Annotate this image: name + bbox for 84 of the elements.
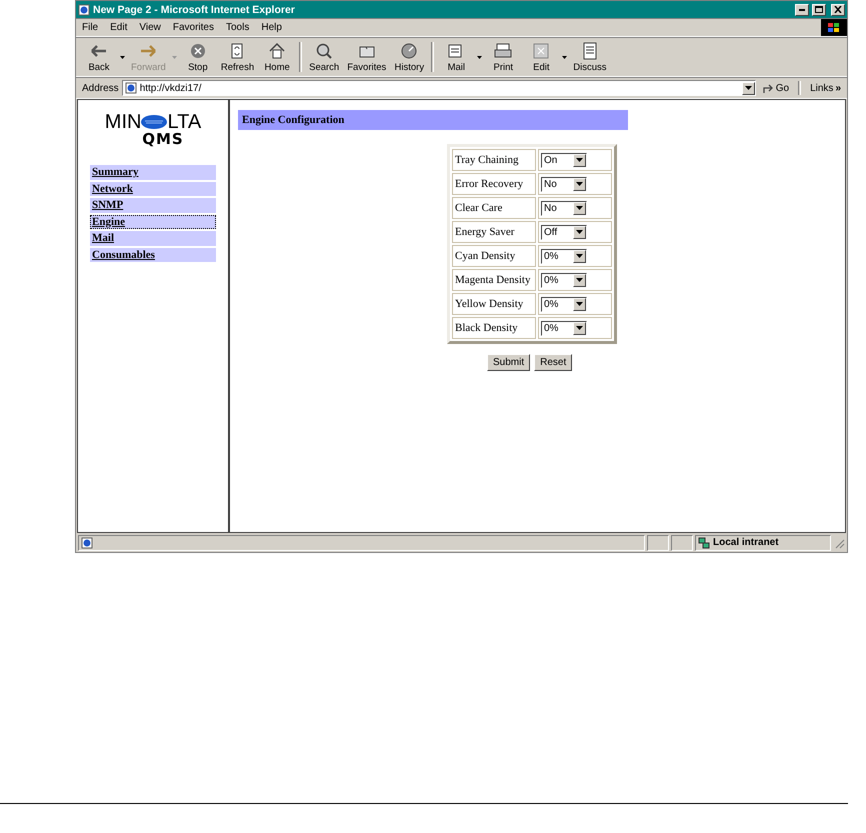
menu-item[interactable]: File: [76, 20, 104, 35]
toolbar-button[interactable]: Print: [484, 39, 522, 75]
maximize-icon: [815, 6, 823, 13]
nav-link[interactable]: Network: [90, 182, 216, 196]
menu-item[interactable]: Favorites: [166, 20, 220, 35]
address-label: Address: [81, 82, 120, 94]
dropdown-caret-icon[interactable]: [120, 56, 125, 58]
toolbar-button[interactable]: Back: [80, 39, 118, 75]
window-title: New Page 2 - Microsoft Internet Explorer: [93, 4, 296, 16]
form-button[interactable]: Reset: [534, 354, 572, 371]
menu-item[interactable]: View: [133, 20, 167, 35]
setting-select[interactable]: On: [541, 152, 587, 168]
caret-icon: [576, 182, 583, 186]
setting-select[interactable]: 0%: [541, 296, 587, 312]
minimize-icon: [799, 8, 805, 10]
zone-pane: Local intranet: [695, 534, 831, 550]
edit-icon: [531, 41, 552, 61]
setting-select[interactable]: No: [541, 176, 587, 192]
home-icon: [267, 41, 288, 61]
toolbar-button[interactable]: Mail: [437, 39, 476, 75]
clock-icon: [399, 41, 420, 61]
toolbar-button[interactable]: Discuss: [569, 39, 611, 75]
minimize-button[interactable]: [795, 4, 809, 16]
windows-logo-icon: [821, 19, 847, 36]
caret-icon: [576, 302, 583, 306]
dropdown-caret-icon[interactable]: [477, 56, 482, 58]
setting-label: Clear Care: [452, 197, 536, 219]
setting-select[interactable]: 0%: [541, 320, 587, 336]
form-button[interactable]: Submit: [487, 354, 530, 371]
close-icon: [834, 6, 842, 13]
maximize-button[interactable]: [812, 4, 826, 16]
menu-item[interactable]: Edit: [104, 20, 134, 35]
section-heading: Engine Configuration: [238, 110, 628, 130]
toolbar-button[interactable]: Search: [305, 39, 344, 75]
nav-link[interactable]: Consumables: [90, 248, 216, 262]
setting-label: Tray Chaining: [452, 149, 536, 171]
caret-icon: [576, 230, 583, 234]
search-icon: [314, 41, 334, 61]
nav-link[interactable]: Summary: [90, 165, 216, 180]
page-icon: [78, 4, 90, 16]
caret-icon: [744, 86, 752, 90]
close-button[interactable]: [831, 4, 845, 16]
dropdown-button[interactable]: [742, 82, 755, 94]
menu-item[interactable]: Help: [255, 20, 288, 35]
logo-text: MIN: [104, 112, 142, 132]
logo-text: QMS: [142, 132, 184, 147]
page-icon: [124, 82, 137, 94]
caret-icon: [576, 158, 583, 162]
toolbar-button[interactable]: History: [390, 39, 428, 75]
address-field[interactable]: http://vkdzi17/: [122, 80, 756, 96]
toolbar-button[interactable]: Edit: [522, 39, 560, 75]
go-button[interactable]: Go: [756, 82, 796, 94]
setting-label: Error Recovery: [452, 173, 536, 195]
status-pane: [647, 534, 669, 550]
setting-label: Yellow Density: [452, 293, 536, 315]
resize-grip-icon: [833, 536, 845, 548]
network-icon: [698, 536, 710, 548]
caret-icon: [576, 278, 583, 282]
setting-label: Black Density: [452, 317, 536, 339]
dropdown-caret-icon[interactable]: [562, 56, 568, 58]
setting-label: Magenta Density: [452, 269, 536, 291]
toolbar-button[interactable]: Home: [258, 39, 296, 75]
toolbar-button[interactable]: Stop: [178, 39, 217, 75]
caret-icon: [576, 326, 583, 330]
nav-link[interactable]: SNMP: [90, 198, 216, 212]
nav-link[interactable]: Engine: [90, 214, 216, 229]
setting-label: Cyan Density: [452, 245, 536, 267]
setting-label: Energy Saver: [452, 221, 536, 243]
links-button[interactable]: Links »: [804, 82, 847, 94]
logo-text: LTA: [167, 112, 202, 132]
setting-select[interactable]: Off: [541, 224, 587, 240]
nav-link[interactable]: Mail: [90, 231, 216, 246]
setting-select[interactable]: No: [541, 200, 587, 216]
status-pane: [671, 534, 693, 550]
setting-select[interactable]: 0%: [541, 272, 587, 288]
setting-select[interactable]: 0%: [541, 248, 587, 264]
caret-icon: [576, 206, 583, 210]
caret-icon: [576, 254, 583, 258]
toolbar-button[interactable]: Favorites: [343, 39, 390, 75]
menu-item[interactable]: Tools: [220, 20, 256, 35]
toolbar-button[interactable]: Refresh: [216, 39, 258, 75]
go-arrow-icon: [762, 83, 774, 93]
logo-icon: [141, 115, 168, 129]
page-icon: [81, 536, 93, 548]
